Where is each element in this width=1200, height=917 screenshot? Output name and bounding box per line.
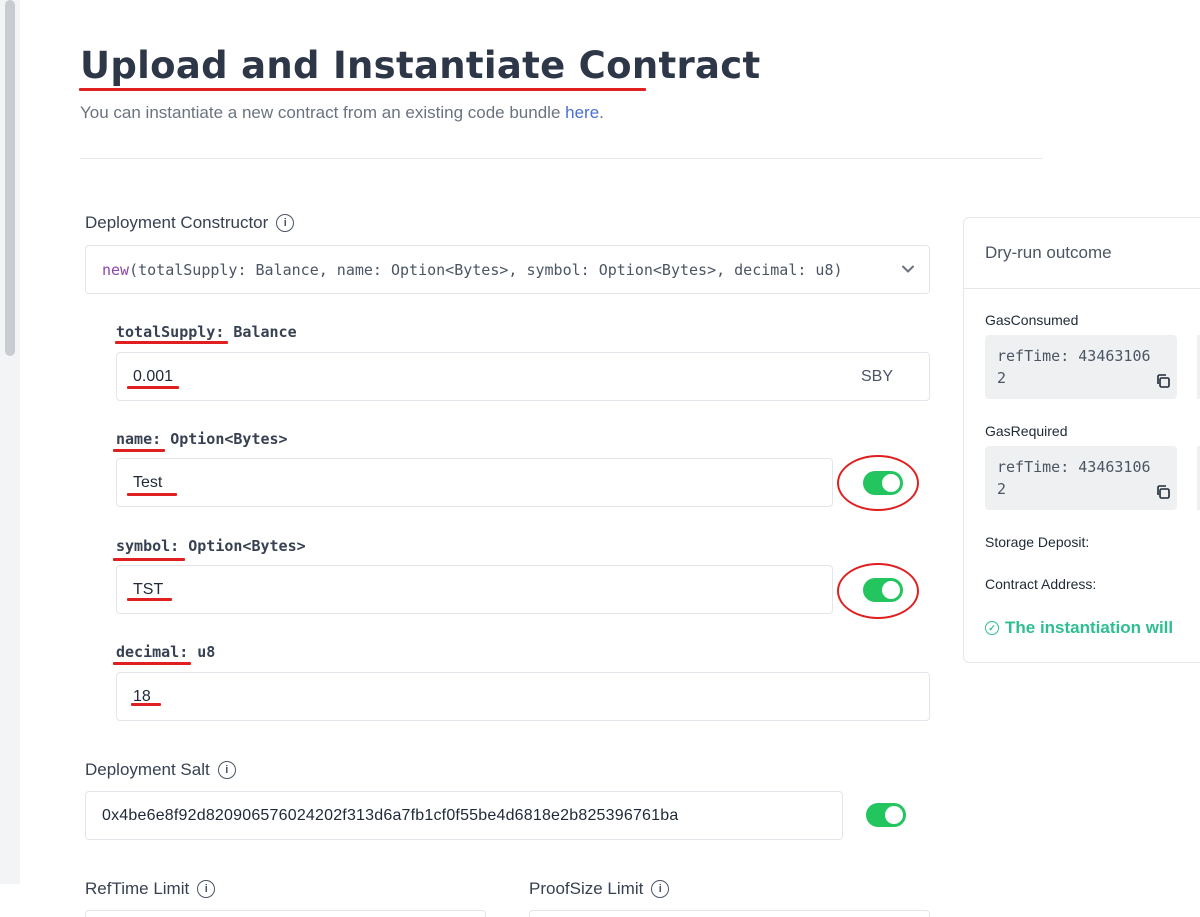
param-label-decimal: decimal: u8: [116, 643, 215, 661]
param-type-decimal: u8: [197, 643, 216, 661]
salt-input[interactable]: 0x4be6e8f92d820906576024202f313d6a7fb1cf…: [85, 791, 843, 840]
gas-consumed-box: refTime: 43463106 2: [985, 335, 1177, 399]
header-divider: [80, 158, 1042, 159]
gas-required-label: GasRequired: [985, 423, 1068, 439]
page-subtitle: You can instantiate a new contract from …: [80, 103, 604, 123]
contract-address-label: Contract Address:: [985, 576, 1097, 592]
info-circle-icon[interactable]: i: [217, 761, 236, 779]
totalsupply-value: 0.001: [133, 367, 174, 385]
proofsize-limit-label: ProofSize Limit i: [529, 879, 670, 899]
symbol-value: TST: [133, 580, 164, 598]
param-name-symbol: symbol:: [116, 537, 180, 555]
gas-consumed-label: GasConsumed: [985, 312, 1079, 328]
deployment-salt-label: Deployment Salt i: [85, 760, 236, 780]
annotation-circle-name-toggle: [837, 455, 919, 511]
salt-toggle[interactable]: [866, 803, 906, 827]
annotation-underline-symbol: [113, 558, 185, 561]
salt-value: 0x4be6e8f92d820906576024202f313d6a7fb1cf…: [102, 806, 679, 824]
param-label-name: name: Option<Bytes>: [116, 430, 288, 448]
annotation-underline-decimal: [113, 662, 191, 665]
proofsize-limit-text: ProofSize Limit: [529, 879, 644, 898]
chevron-down-icon: [902, 265, 914, 273]
totalsupply-input[interactable]: 0.001 SBY: [116, 352, 930, 401]
currency-unit: SBY: [860, 368, 893, 385]
annotation-underline-totalsupply-value: [127, 386, 179, 389]
storage-deposit-label: Storage Deposit:: [985, 534, 1090, 550]
param-label-symbol: symbol: Option<Bytes>: [116, 537, 306, 555]
param-name-totalsupply: totalSupply:: [116, 323, 225, 341]
info-circle-icon[interactable]: i: [276, 214, 295, 232]
annotation-underline-title: [79, 88, 646, 91]
success-message: ✓ The instantiation will: [985, 618, 1173, 638]
annotation-circle-symbol-toggle: [837, 563, 919, 619]
param-type-totalsupply: Balance: [233, 323, 297, 341]
gas-consumed-line1: refTime: 43463106: [997, 347, 1151, 365]
param-label-totalsupply: totalSupply: Balance: [116, 323, 297, 341]
param-name-decimal: decimal:: [116, 643, 189, 661]
param-type-name: Option<Bytes>: [170, 430, 288, 448]
success-text: The instantiation will: [1005, 618, 1174, 637]
constructor-signature: (totalSupply: Balance, name: Option<Byte…: [129, 260, 843, 279]
constructor-keyword: new: [102, 260, 130, 279]
name-input[interactable]: Test: [116, 458, 833, 507]
gas-required-line1: refTime: 43463106: [997, 458, 1151, 476]
here-link[interactable]: here: [565, 103, 599, 122]
copy-icon[interactable]: [1155, 484, 1171, 500]
reftime-limit-text: RefTime Limit: [85, 879, 190, 898]
gas-required-box: refTime: 43463106 2: [985, 446, 1177, 510]
copy-icon[interactable]: [1155, 373, 1171, 389]
annotation-underline-totalsupply: [115, 341, 228, 344]
subtitle-text: You can instantiate a new contract from …: [80, 103, 566, 122]
reftime-limit-input[interactable]: [85, 910, 486, 917]
constructor-select[interactable]: new (totalSupply: Balance, name: Option<B…: [85, 245, 930, 294]
annotation-underline-symbol-value: [127, 598, 172, 601]
symbol-input[interactable]: TST: [116, 565, 833, 614]
param-type-symbol: Option<Bytes>: [188, 537, 306, 555]
scrollbar-thumb[interactable]: [5, 0, 15, 356]
annotation-underline-decimal-value: [131, 703, 161, 706]
decimal-input[interactable]: 18: [116, 672, 930, 721]
annotation-underline-name: [113, 449, 165, 452]
deployment-salt-text: Deployment Salt: [85, 760, 210, 779]
proofsize-limit-input[interactable]: [529, 910, 930, 917]
deployment-constructor-label: Deployment Constructor i: [85, 213, 295, 233]
param-name-name: name:: [116, 430, 162, 448]
dry-run-title: Dry-run outcome: [985, 243, 1112, 262]
page-title: Upload and Instantiate Contract: [80, 44, 761, 87]
gas-consumed-line2: 2: [997, 369, 1007, 387]
info-circle-icon[interactable]: i: [651, 880, 670, 898]
reftime-limit-label: RefTime Limit i: [85, 879, 216, 899]
check-circle-icon: ✓: [985, 621, 999, 635]
annotation-underline-name-value: [127, 493, 177, 496]
gas-required-line2: 2: [997, 480, 1007, 498]
deployment-constructor-text: Deployment Constructor: [85, 213, 269, 232]
subtitle-period: .: [599, 103, 604, 122]
name-value: Test: [133, 473, 163, 491]
info-circle-icon[interactable]: i: [197, 880, 216, 898]
